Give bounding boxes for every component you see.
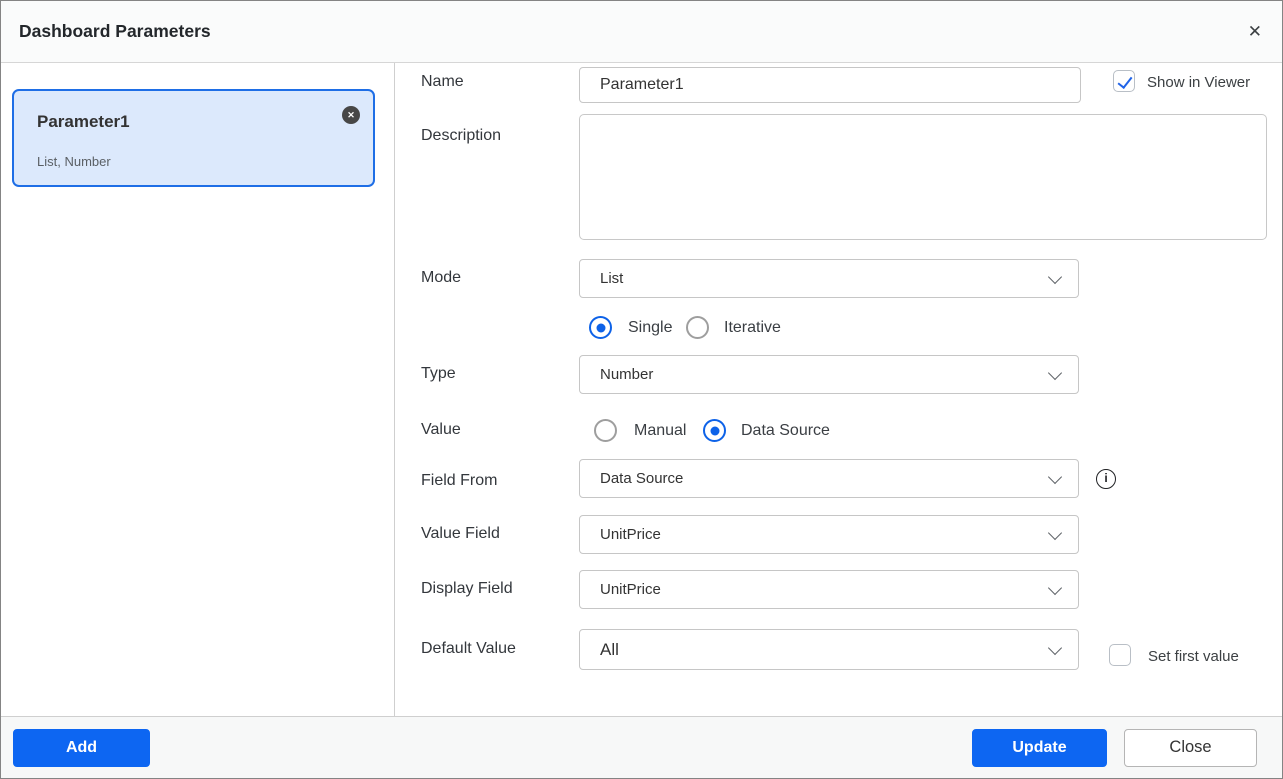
radio-iterative[interactable]: [686, 316, 709, 339]
display-field-label: Display Field: [421, 579, 513, 599]
chevron-down-icon: [1048, 581, 1062, 595]
parameter-form: Name Show in Viewer Description Mode Lis…: [396, 63, 1281, 718]
type-label: Type: [421, 364, 456, 384]
type-dropdown-value: Number: [600, 356, 653, 393]
mode-label: Mode: [421, 268, 461, 288]
dialog-close-icon[interactable]: ✕: [1244, 1, 1266, 62]
type-dropdown[interactable]: Number: [579, 355, 1079, 394]
radio-manual[interactable]: [594, 419, 617, 442]
radio-single-label: Single: [628, 317, 672, 339]
chevron-down-icon: [1048, 526, 1062, 540]
chevron-down-icon: [1048, 470, 1062, 484]
display-field-dropdown[interactable]: UnitPrice: [579, 570, 1079, 609]
close-button[interactable]: Close: [1124, 729, 1257, 767]
dialog-header: Dashboard Parameters ✕: [1, 1, 1282, 63]
display-field-dropdown-value: UnitPrice: [600, 571, 661, 608]
default-value-label: Default Value: [421, 639, 516, 659]
chevron-down-icon: [1048, 270, 1062, 284]
add-button[interactable]: Add: [13, 729, 150, 767]
dashboard-parameters-dialog: Dashboard Parameters ✕ Parameter1 List, …: [0, 0, 1283, 779]
radio-data-source[interactable]: [703, 419, 726, 442]
set-first-value-label: Set first value: [1148, 646, 1239, 668]
field-from-dropdown-value: Data Source: [600, 460, 683, 497]
name-input[interactable]: [579, 67, 1081, 103]
remove-parameter-icon[interactable]: ✕: [342, 106, 360, 124]
radio-single[interactable]: [589, 316, 612, 339]
radio-manual-label: Manual: [634, 420, 686, 442]
info-icon[interactable]: i: [1096, 469, 1116, 489]
name-label: Name: [421, 72, 464, 92]
mode-dropdown[interactable]: List: [579, 259, 1079, 298]
parameter-card[interactable]: Parameter1 List, Number ✕: [12, 89, 375, 187]
chevron-down-icon: [1048, 366, 1062, 380]
show-in-viewer-checkbox[interactable]: [1113, 70, 1135, 92]
show-in-viewer-label: Show in Viewer: [1147, 72, 1250, 94]
description-textarea[interactable]: [579, 114, 1267, 240]
field-from-dropdown[interactable]: Data Source: [579, 459, 1079, 498]
chevron-down-icon: [1048, 641, 1062, 655]
set-first-value-checkbox[interactable]: [1109, 644, 1131, 666]
dialog-title: Dashboard Parameters: [19, 1, 211, 62]
footer-right-group: Update Close: [972, 729, 1257, 767]
field-from-label: Field From: [421, 471, 497, 491]
default-value-dropdown[interactable]: All: [579, 629, 1079, 670]
value-label: Value: [421, 420, 461, 440]
radio-data-source-label: Data Source: [741, 420, 830, 442]
parameter-list-panel: Parameter1 List, Number ✕: [1, 63, 395, 718]
mode-dropdown-value: List: [600, 260, 623, 297]
update-button[interactable]: Update: [972, 729, 1107, 767]
value-field-dropdown-value: UnitPrice: [600, 516, 661, 553]
value-field-label: Value Field: [421, 524, 500, 544]
dialog-footer: Add Update Close: [1, 716, 1282, 778]
value-field-dropdown[interactable]: UnitPrice: [579, 515, 1079, 554]
description-label: Description: [421, 126, 501, 146]
parameter-card-subtitle: List, Number: [37, 154, 111, 169]
parameter-card-title: Parameter1: [37, 112, 130, 132]
radio-iterative-label: Iterative: [724, 317, 781, 339]
default-value-dropdown-value: All: [600, 630, 619, 669]
